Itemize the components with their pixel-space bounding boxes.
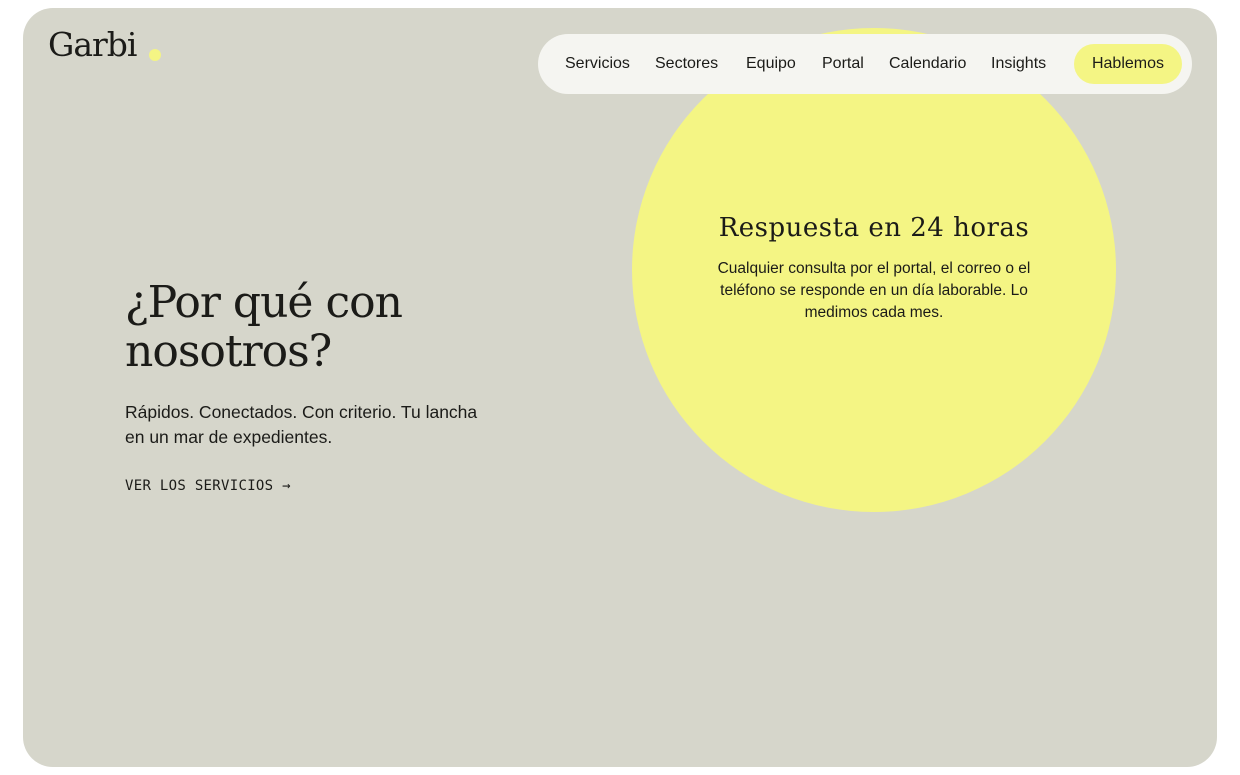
feature-text: Cualquier consulta por el portal, el cor…: [717, 260, 1031, 321]
main-nav: Servicios Sectores Equipo Portal Calenda…: [538, 34, 1192, 94]
logo-dot: [149, 49, 161, 61]
view-services-link[interactable]: VER LOS SERVICIOS →: [125, 478, 291, 494]
nav-item-servicios[interactable]: Servicios: [565, 34, 630, 94]
page-title: ¿Por qué con nosotros?: [125, 277, 403, 377]
hablemos-button[interactable]: Hablemos: [1073, 44, 1182, 84]
nav-item-calendario[interactable]: Calendario: [889, 34, 966, 94]
nav-item-portal[interactable]: Portal: [822, 34, 864, 94]
nav-item-equipo[interactable]: Equipo: [746, 34, 796, 94]
logo[interactable]: Garbi: [48, 28, 137, 61]
hero-panel: Garbi Servicios Sectores Equipo Portal C…: [23, 8, 1217, 767]
feature-title: Respuesta en 24 horas: [718, 213, 1030, 243]
hero-subtitle: Rápidos. Conectados. Con criterio. Tu la…: [125, 402, 478, 447]
nav-item-insights[interactable]: Insights: [991, 34, 1046, 94]
nav-item-sectores[interactable]: Sectores: [655, 34, 718, 94]
